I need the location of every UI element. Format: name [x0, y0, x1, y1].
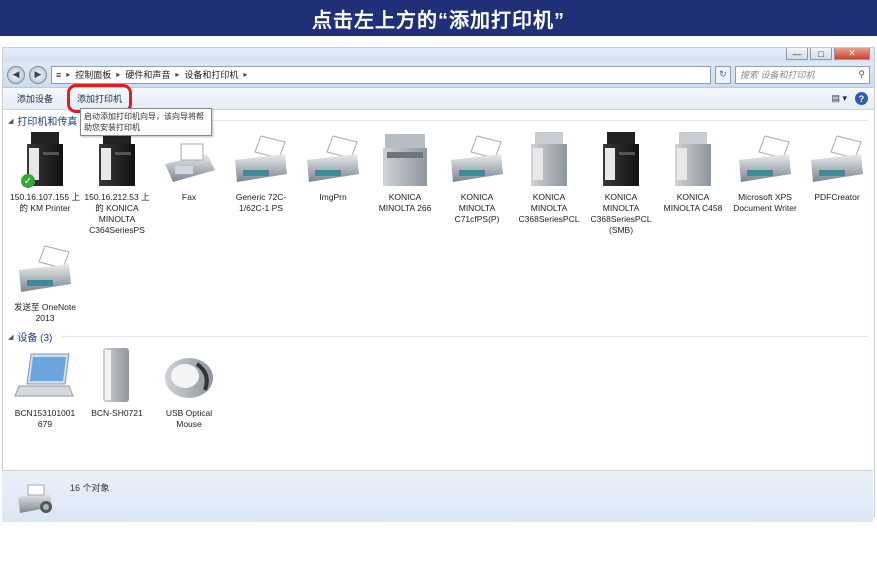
status-bar: 16 个对象	[2, 470, 873, 522]
printer-label: KONICA MINOLTA C71cfPS(P)	[454, 192, 500, 224]
help-icon[interactable]: ?	[855, 92, 868, 105]
close-button[interactable]: ✕	[834, 48, 870, 60]
printer-icon	[733, 130, 797, 188]
device-label: BCN-SH0721	[91, 408, 143, 418]
printer-item[interactable]: Generic 72C-1/62C-1 PS	[226, 130, 296, 214]
breadcrumb-hardware-sound[interactable]: 硬件和声音	[125, 68, 170, 81]
printer-item[interactable]: ImgPrn	[298, 130, 368, 203]
mfp-gray-icon	[661, 130, 725, 188]
refresh-button[interactable]: ↻	[715, 65, 731, 84]
device-label: BCN153101001 679	[14, 408, 76, 429]
devices-group-title: 设备 (3)	[17, 333, 53, 344]
back-button[interactable]: ◀	[7, 65, 25, 84]
add-printer-button[interactable]: 添加打印机	[67, 84, 133, 113]
command-bar: 添加设备 添加打印机 ▤ ▾ ?	[3, 84, 874, 113]
instruction-banner: 点击左上方的“添加打印机”	[0, 0, 877, 36]
address-row: ◀ ▶ ≡ ▸ 控制面板 ▸ 硬件和声音 ▸ 设备和打印机 ▸ ↻ 搜索 设备和…	[3, 62, 874, 88]
control-panel-root-icon: ≡	[56, 69, 62, 80]
printer-label: KONICA MINOLTA C458	[663, 192, 723, 213]
device-item[interactable]: USB Optical Mouse	[154, 346, 224, 430]
chevron-right-icon: ▸	[175, 70, 180, 79]
device-item[interactable]: BCN153101001 679	[10, 346, 80, 430]
search-icon: ⚲	[858, 69, 865, 79]
forward-button[interactable]: ▶	[29, 65, 47, 84]
mfp-black-icon: ✓	[13, 130, 77, 188]
mfp-gray-icon	[373, 130, 437, 188]
printer-label: KONICA MINOLTA C368SeriesPCL	[518, 192, 580, 224]
printer-item[interactable]: KONICA MINOLTA 266	[370, 130, 440, 214]
printers-group-title: 打印机和传真 (	[17, 117, 84, 128]
devices-group-header[interactable]: ◢ 设备 (3)	[8, 329, 868, 344]
printer-item[interactable]: Fax	[154, 130, 224, 203]
printer-icon	[445, 130, 509, 188]
printer-label: Microsoft XPS Document Writer	[733, 192, 797, 213]
collapse-triangle-icon[interactable]: ◢	[8, 117, 13, 125]
collapse-triangle-icon[interactable]: ◢	[8, 333, 13, 341]
chevron-right-icon: ▸	[243, 70, 248, 79]
printer-label: KONICA MINOLTA C368SeriesPCL (SMB)	[590, 192, 652, 235]
chevron-right-icon: ▸	[66, 70, 71, 79]
chevron-right-icon: ▸	[116, 70, 121, 79]
printer-icon	[805, 130, 869, 188]
printer-label: 150.16.107.155 上的 KM Printer	[10, 192, 80, 213]
breadcrumb-devices-printers[interactable]: 设备和打印机	[184, 68, 238, 81]
printer-label: KONICA MINOLTA 266	[378, 192, 432, 213]
printer-label: ImgPrn	[319, 192, 347, 202]
printer-label: 发送至 OneNote 2013	[14, 302, 76, 323]
printer-item[interactable]: 发送至 OneNote 2013	[10, 240, 80, 324]
printer-icon	[301, 130, 365, 188]
printer-item[interactable]: KONICA MINOLTA C368SeriesPCL	[514, 130, 584, 225]
printer-label: 150.16.212.53 上的 KONICA MINOLTA C364Seri…	[84, 192, 150, 235]
device-label: USB Optical Mouse	[165, 408, 213, 429]
group-divider	[62, 336, 868, 337]
printer-item[interactable]: Microsoft XPS Document Writer	[730, 130, 800, 214]
mfp-black-icon	[589, 130, 653, 188]
printer-label: Fax	[181, 192, 197, 202]
search-placeholder: 搜索 设备和打印机	[740, 70, 815, 80]
printer-item[interactable]: 150.16.212.53 上的 KONICA MINOLTA C364Seri…	[82, 130, 152, 236]
printer-item[interactable]: KONICA MINOLTA C368SeriesPCL (SMB)	[586, 130, 656, 236]
printer-item[interactable]: ✓ 150.16.107.155 上的 KM Printer	[10, 130, 80, 214]
printer-label: PDFCreator	[814, 192, 860, 202]
minimize-button[interactable]: —	[786, 48, 808, 60]
breadcrumb-control-panel[interactable]: 控制面板	[75, 68, 111, 81]
printer-label: Generic 72C-1/62C-1 PS	[235, 192, 287, 213]
fax-icon	[157, 130, 221, 188]
printer-icon	[13, 240, 77, 298]
view-options-icon[interactable]: ▤ ▾	[831, 93, 847, 104]
device-item[interactable]: BCN-SH0721	[82, 346, 152, 419]
maximize-button[interactable]: □	[810, 48, 832, 60]
mfp-black-icon	[85, 130, 149, 188]
search-input[interactable]: 搜索 设备和打印机 ⚲	[735, 65, 870, 84]
mouse-icon	[157, 346, 221, 404]
mfp-gray-icon	[517, 130, 581, 188]
printer-item[interactable]: PDFCreator	[802, 130, 872, 203]
printer-item[interactable]: KONICA MINOLTA C458	[658, 130, 728, 214]
laptop-icon	[13, 346, 77, 404]
printer-icon	[229, 130, 293, 188]
address-bar[interactable]: ≡ ▸ 控制面板 ▸ 硬件和声音 ▸ 设备和打印机 ▸	[51, 65, 711, 84]
printer-item[interactable]: KONICA MINOLTA C71cfPS(P)	[442, 130, 512, 225]
printer-camera-icon	[16, 481, 56, 517]
object-count: 16 个对象	[70, 483, 110, 493]
title-bar: — □ ✕	[3, 48, 874, 62]
add-printer-tooltip: 启动添加打印机向导，该向导将帮助您安装打印机	[80, 108, 212, 136]
add-device-button[interactable]: 添加设备	[13, 90, 57, 107]
external-drive-icon	[85, 346, 149, 404]
default-check-icon: ✓	[21, 174, 35, 188]
